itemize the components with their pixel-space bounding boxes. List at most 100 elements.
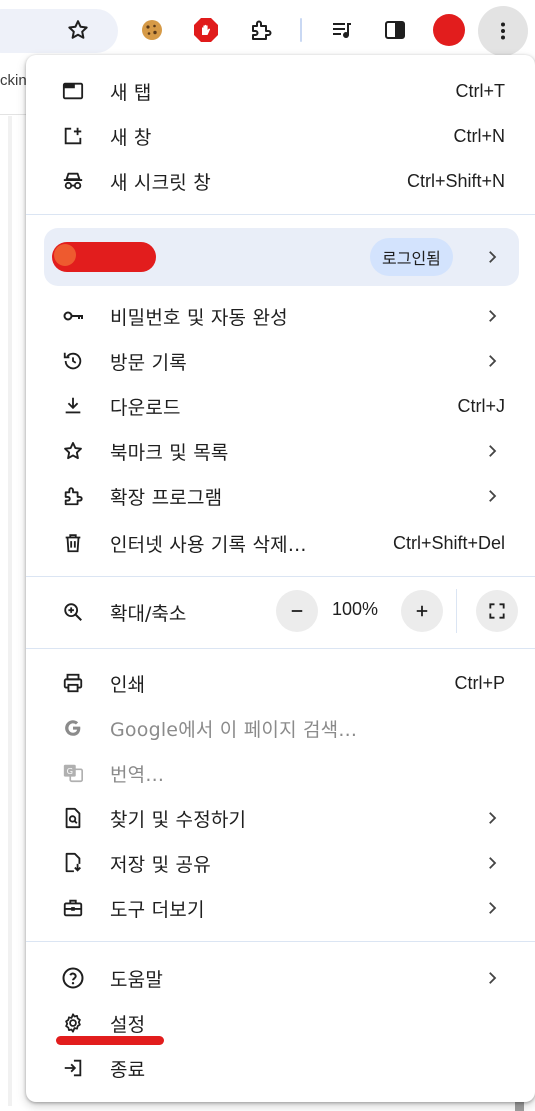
zoom-row: 확대/축소 100%	[26, 585, 535, 639]
menu-item-translate[interactable]: G 번역...	[26, 752, 535, 794]
chevron-right-icon	[489, 251, 497, 263]
toolbox-icon	[61, 896, 85, 920]
printer-icon	[61, 671, 85, 695]
address-bar[interactable]	[0, 9, 118, 53]
zoom-out-button[interactable]	[276, 590, 318, 632]
menu-item-bookmarks[interactable]: 북마크 및 목록	[26, 430, 535, 472]
chevron-right-icon	[489, 490, 497, 502]
more-menu-button[interactable]	[478, 6, 528, 56]
exit-icon	[61, 1056, 85, 1080]
chevron-right-icon	[489, 857, 497, 869]
menu-item-new-window[interactable]: 새 창 Ctrl+N	[26, 115, 535, 157]
side-panel-icon[interactable]	[377, 12, 413, 48]
fullscreen-button[interactable]	[476, 590, 518, 632]
new-tab-shortcut: Ctrl+T	[455, 80, 506, 101]
annotation-underline	[56, 1036, 164, 1045]
downloads-shortcut: Ctrl+J	[457, 395, 505, 416]
new-incognito-label: 새 시크릿 창	[110, 171, 211, 194]
find-edit-label: 찾기 및 수정하기	[110, 808, 247, 831]
help-icon	[61, 966, 85, 990]
profile-avatar[interactable]	[431, 12, 467, 48]
zoom-in-button[interactable]	[401, 590, 443, 632]
passwords-label: 비밀번호 및 자동 완성	[110, 306, 288, 329]
extensions-label: 확장 프로그램	[110, 486, 223, 509]
print-shortcut: Ctrl+P	[454, 672, 505, 693]
more-menu-icon	[501, 22, 505, 40]
trash-icon	[61, 531, 85, 555]
menu-item-downloads[interactable]: 다운로드 Ctrl+J	[26, 385, 535, 427]
zoom-separator	[456, 589, 457, 633]
menu-item-more-tools[interactable]: 도구 더보기	[26, 887, 535, 929]
translate-icon: G	[61, 761, 85, 785]
toolbar-separator	[300, 18, 302, 42]
new-tab-icon	[61, 79, 85, 103]
menu-item-new-tab[interactable]: 새 탭 Ctrl+T	[26, 70, 535, 112]
zoom-level-value: 100%	[332, 599, 379, 619]
browser-toolbar	[0, 0, 535, 60]
extensions-icon[interactable]	[243, 12, 279, 48]
find-in-page-icon	[61, 806, 85, 830]
zoom-magnifier-icon	[61, 600, 85, 624]
new-window-label: 새 창	[110, 126, 152, 149]
key-icon	[61, 304, 85, 328]
page-text-snippet: ckin	[0, 72, 27, 89]
menu-item-find-edit[interactable]: 찾기 및 수정하기	[26, 797, 535, 839]
save-share-label: 저장 및 공유	[110, 853, 211, 876]
incognito-icon	[61, 169, 85, 193]
history-label: 방문 기록	[110, 351, 187, 374]
exit-label: 종료	[110, 1058, 146, 1081]
svg-text:G: G	[67, 766, 73, 776]
menu-item-search-google[interactable]: Google에서 이 페이지 검색...	[26, 707, 535, 749]
signed-in-label: 로그인됨	[382, 249, 441, 268]
signed-in-badge: 로그인됨	[370, 238, 453, 276]
more-tools-label: 도구 더보기	[110, 898, 205, 921]
menu-item-history[interactable]: 방문 기록	[26, 340, 535, 382]
page-background-strip	[8, 116, 12, 1106]
download-icon	[61, 394, 85, 418]
search-google-label: Google에서 이 페이지 검색...	[110, 718, 358, 741]
new-tab-label: 새 탭	[110, 81, 152, 104]
history-icon	[61, 349, 85, 373]
minus-icon	[291, 610, 303, 612]
menu-divider	[26, 214, 535, 215]
chevron-right-icon	[489, 445, 497, 457]
chrome-app-menu: 새 탭 Ctrl+T 새 창 Ctrl+N 새 시크릿 창 Ctrl+Shift…	[26, 55, 535, 1102]
reading-list-icon[interactable]	[324, 12, 360, 48]
fullscreen-icon	[489, 603, 505, 619]
menu-item-print[interactable]: 인쇄 Ctrl+P	[26, 662, 535, 704]
menu-item-clear-browsing-data[interactable]: 인터넷 사용 기록 삭제... Ctrl+Shift+Del	[26, 522, 535, 564]
chevron-right-icon	[489, 310, 497, 322]
menu-item-passwords[interactable]: 비밀번호 및 자동 완성	[26, 295, 535, 337]
zoom-label: 확대/축소	[110, 603, 187, 625]
chevron-right-icon	[489, 902, 497, 914]
clear-data-shortcut: Ctrl+Shift+Del	[392, 532, 505, 553]
new-window-shortcut: Ctrl+N	[453, 125, 505, 146]
profile-row[interactable]: 로그인됨	[44, 228, 519, 286]
print-label: 인쇄	[110, 673, 146, 696]
adblock-extension-icon[interactable]	[188, 12, 224, 48]
settings-label: 설정	[110, 1013, 146, 1036]
menu-item-exit[interactable]: 종료	[26, 1047, 535, 1089]
chevron-right-icon	[489, 355, 497, 367]
menu-divider	[26, 941, 535, 942]
translate-label: 번역...	[110, 763, 165, 786]
star-outline-icon	[61, 439, 85, 463]
menu-divider	[26, 648, 535, 649]
cookie-extension-icon[interactable]	[134, 12, 170, 48]
chevron-right-icon	[489, 972, 497, 984]
help-label: 도움말	[110, 968, 164, 991]
chevron-right-icon	[489, 812, 497, 824]
gear-icon	[61, 1011, 85, 1035]
menu-item-new-incognito[interactable]: 새 시크릿 창 Ctrl+Shift+N	[26, 160, 535, 202]
menu-item-save-share[interactable]: 저장 및 공유	[26, 842, 535, 884]
clear-data-label: 인터넷 사용 기록 삭제...	[110, 533, 307, 556]
puzzle-icon	[61, 484, 85, 508]
bookmarks-label: 북마크 및 목록	[110, 441, 229, 464]
new-window-icon	[61, 124, 85, 148]
menu-divider	[26, 576, 535, 577]
google-g-icon	[61, 716, 85, 740]
menu-item-help[interactable]: 도움말	[26, 957, 535, 999]
star-icon[interactable]	[60, 12, 96, 48]
menu-item-extensions[interactable]: 확장 프로그램	[26, 475, 535, 517]
plus-icon	[416, 605, 428, 617]
